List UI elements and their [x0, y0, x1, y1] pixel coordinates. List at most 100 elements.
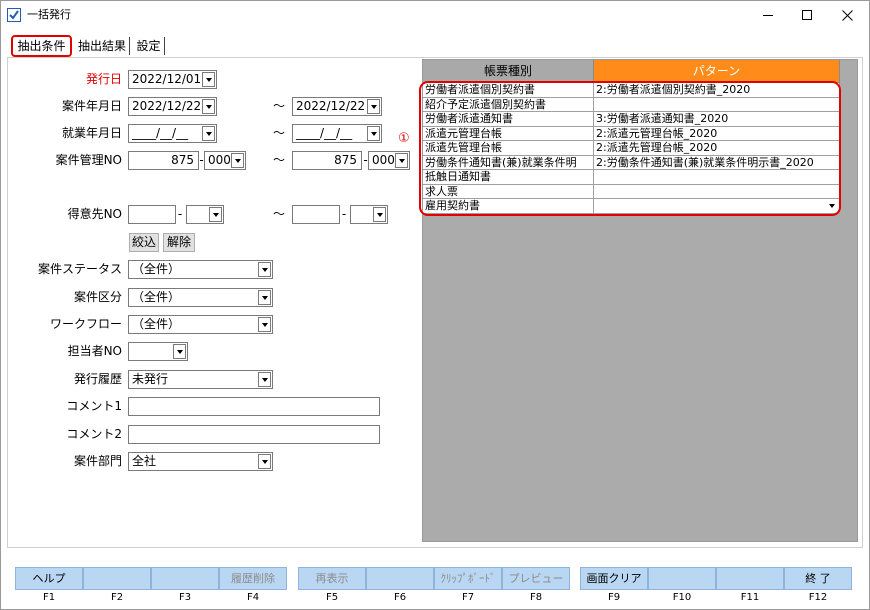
tab-extract-results[interactable]: 抽出結果 — [75, 37, 130, 55]
function-key-label: F1 — [42, 592, 56, 603]
chevron-down-icon[interactable] — [202, 126, 215, 141]
filter-button[interactable]: 絞込 — [129, 233, 159, 252]
customer-no-to-number-field[interactable] — [292, 205, 340, 224]
function-key-label: F7 — [461, 592, 475, 603]
comment1-label: コメント1 — [66, 399, 122, 413]
staff-no-select[interactable] — [128, 342, 188, 361]
f1-help-button[interactable]: ヘルプ — [15, 567, 83, 590]
work-date-to-value: ____/__/__ — [296, 126, 353, 140]
grid-header-type: 帳票種別 — [423, 60, 594, 83]
f11-button[interactable] — [716, 567, 784, 590]
case-no-to-number-field[interactable]: 875 — [292, 151, 362, 170]
case-category-value: （全件） — [132, 290, 181, 304]
f9-clear-screen-button[interactable]: 画面クリア — [580, 567, 648, 590]
minimize-icon — [763, 15, 773, 16]
chevron-down-icon[interactable] — [209, 207, 222, 222]
chevron-down-icon[interactable] — [258, 290, 271, 305]
function-key-label: F11 — [740, 592, 760, 603]
comment1-input[interactable] — [128, 397, 380, 416]
chevron-down-icon[interactable] — [367, 99, 380, 114]
chevron-down-icon[interactable] — [367, 126, 380, 141]
chevron-down-icon[interactable] — [258, 262, 271, 277]
annotation-marker: ① — [398, 131, 410, 146]
function-key-label: F6 — [393, 592, 407, 603]
chevron-down-icon[interactable] — [395, 153, 408, 168]
f10-button[interactable] — [648, 567, 716, 590]
comment2-input[interactable] — [128, 425, 380, 444]
chevron-down-icon[interactable] — [231, 153, 244, 168]
case-no-from-number-field[interactable]: 875 — [128, 151, 199, 170]
tab-settings[interactable]: 設定 — [133, 37, 165, 55]
function-key-label: F8 — [529, 592, 543, 603]
work-date-label: 就業年月日 — [61, 126, 122, 140]
f5-refresh-button[interactable]: 再表示 — [298, 567, 366, 590]
case-no-from-branch-select[interactable]: 000 — [204, 151, 246, 170]
grid-highlight-box — [419, 81, 841, 216]
issue-history-select[interactable]: 未発行 — [128, 370, 273, 389]
minimize-button[interactable] — [748, 0, 788, 30]
chevron-down-icon[interactable] — [258, 372, 271, 387]
workflow-label: ワークフロー — [49, 317, 122, 331]
case-status-select[interactable]: （全件） — [128, 260, 273, 279]
customer-no-label: 得意先NO — [67, 207, 122, 221]
f12-exit-button[interactable]: 終 了 — [784, 567, 852, 590]
chevron-down-icon[interactable] — [258, 317, 271, 332]
f8-preview-button[interactable]: プレビュー — [502, 567, 570, 590]
f2-button[interactable] — [83, 567, 151, 590]
staff-no-label: 担当者NO — [67, 344, 122, 358]
chevron-down-icon[interactable] — [173, 344, 186, 359]
work-date-from-value: ____/__/__ — [132, 126, 189, 140]
customer-no-from-branch-select[interactable] — [186, 205, 224, 224]
case-no-to-branch-select[interactable]: 000 — [368, 151, 410, 170]
case-no-to-number-value: 875 — [334, 153, 357, 167]
case-date-from-field[interactable]: 2022/12/22 — [128, 97, 217, 116]
case-category-label: 案件区分 — [73, 290, 122, 304]
range-separator: ～ — [272, 153, 285, 167]
chevron-down-icon[interactable] — [258, 454, 271, 469]
case-no-to-branch-value: 000 — [372, 153, 395, 167]
function-key-label: F4 — [246, 592, 260, 603]
case-department-label: 案件部門 — [73, 454, 122, 468]
f6-button[interactable] — [366, 567, 434, 590]
work-date-from-field[interactable]: ____/__/__ — [128, 124, 217, 143]
issue-date-value: 2022/12/01 — [132, 72, 202, 86]
case-date-to-value: 2022/12/22 — [296, 99, 366, 113]
function-key-label: F9 — [607, 592, 621, 603]
number-separator: - — [177, 207, 183, 221]
chevron-down-icon[interactable] — [202, 99, 215, 114]
issue-date-field[interactable]: 2022/12/01 — [128, 70, 217, 89]
issue-date-label: 発行日 — [85, 72, 122, 86]
range-separator: ～ — [272, 126, 285, 140]
number-separator: - — [341, 207, 347, 221]
chevron-down-icon[interactable] — [202, 72, 215, 87]
customer-no-to-branch-select[interactable] — [350, 205, 388, 224]
case-status-value: （全件） — [132, 262, 181, 276]
f4-delete-history-button[interactable]: 履歴削除 — [219, 567, 287, 590]
close-icon — [842, 10, 853, 21]
case-department-select[interactable]: 全社 — [128, 452, 273, 471]
case-date-label: 案件年月日 — [61, 99, 122, 113]
case-status-label: 案件ステータス — [37, 262, 122, 276]
function-key-label: F3 — [178, 592, 192, 603]
case-date-to-field[interactable]: 2022/12/22 — [292, 97, 382, 116]
issue-history-value: 未発行 — [132, 372, 169, 386]
case-no-label: 案件管理NO — [55, 153, 122, 167]
customer-no-from-number-field[interactable] — [128, 205, 176, 224]
range-separator: ～ — [272, 207, 285, 221]
function-key-label: F2 — [110, 592, 124, 603]
window-title: 一括発行 — [27, 8, 71, 21]
work-date-to-field[interactable]: ____/__/__ — [292, 124, 382, 143]
case-category-select[interactable]: （全件） — [128, 288, 273, 307]
comment2-label: コメント2 — [66, 427, 122, 441]
f3-button[interactable] — [151, 567, 219, 590]
chevron-down-icon[interactable] — [373, 207, 386, 222]
range-separator: ～ — [272, 99, 285, 113]
clear-filter-button[interactable]: 解除 — [163, 233, 195, 252]
function-key-label: F12 — [808, 592, 828, 603]
issue-history-label: 発行履歴 — [73, 372, 122, 386]
f7-clipboard-button[interactable]: ｸﾘｯﾌﾟﾎﾞｰﾄﾞ — [434, 567, 502, 590]
workflow-select[interactable]: （全件） — [128, 315, 273, 334]
maximize-button[interactable] — [788, 0, 828, 30]
close-button[interactable] — [828, 0, 868, 30]
case-no-from-branch-value: 000 — [208, 153, 231, 167]
